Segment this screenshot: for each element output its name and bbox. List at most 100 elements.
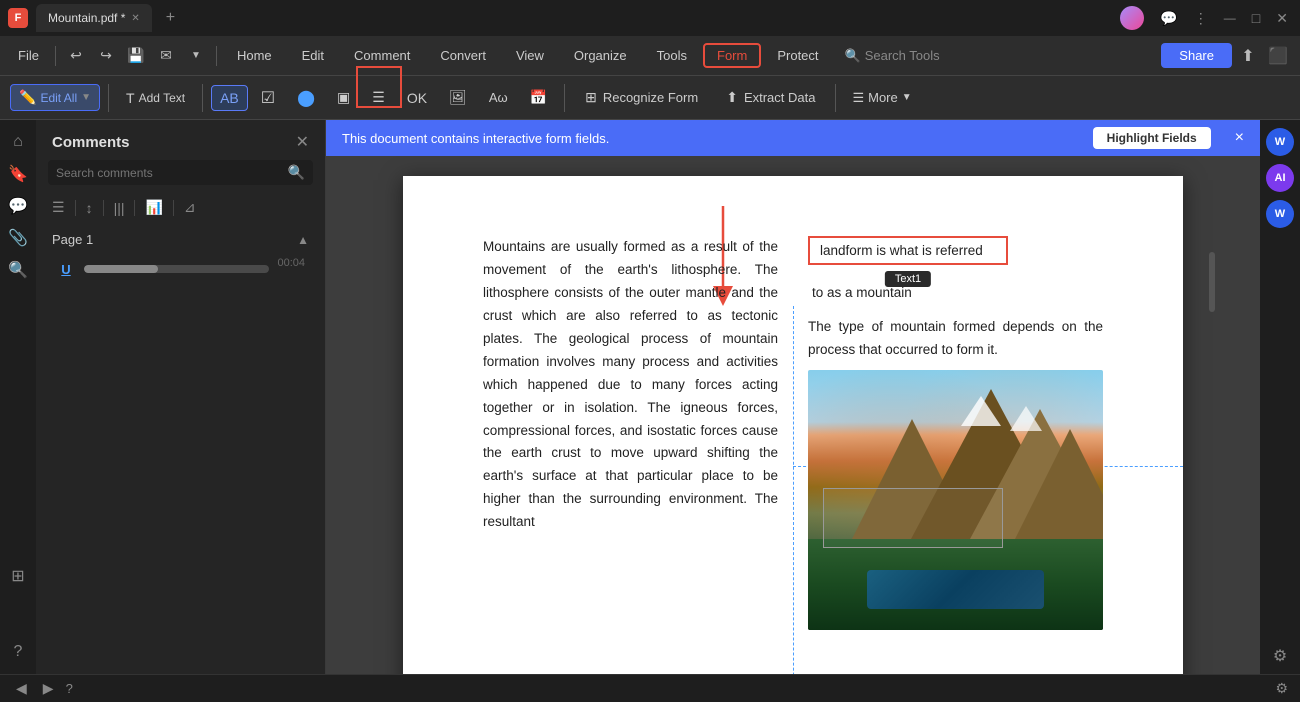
prev-page-icon[interactable]: ◀ xyxy=(12,680,31,697)
sidebar-attachments-icon[interactable]: 📎 xyxy=(4,224,32,252)
upload-icon[interactable]: ⬆ xyxy=(1234,42,1262,70)
toolbar-sep1 xyxy=(108,84,109,112)
date-button[interactable]: 📅 xyxy=(521,84,556,111)
collapse-panel-icon[interactable]: ⚙ xyxy=(1273,646,1287,666)
sidebar-help-icon[interactable]: ? xyxy=(4,638,32,666)
layout-icon[interactable]: ⬛ xyxy=(1264,42,1292,70)
menu-tabs: Home Edit Comment Convert View Organize … xyxy=(223,43,833,68)
comment-timestamp: 00:04 xyxy=(277,257,305,269)
save-button[interactable]: 💾 xyxy=(122,42,150,70)
next-page-icon[interactable]: ▶ xyxy=(39,680,58,697)
edit-all-button[interactable]: ✏️ Edit All ▼ xyxy=(10,84,100,111)
comments-search-input[interactable] xyxy=(56,166,282,180)
tab-form[interactable]: Form xyxy=(703,43,761,68)
ai-panel-button[interactable]: AI xyxy=(1266,164,1294,192)
sidebar-home-icon[interactable]: ⌂ xyxy=(4,128,32,156)
maximize-icon[interactable]: □ xyxy=(1248,10,1264,26)
chat-icon[interactable]: 💬 xyxy=(1156,10,1181,27)
pdf-content[interactable]: Mountains are usually formed as a result… xyxy=(326,156,1260,674)
page-chevron-icon: ▲ xyxy=(297,233,309,247)
sidebar-search-icon[interactable]: 🔍 xyxy=(4,256,32,284)
redo-button[interactable]: ↪ xyxy=(92,42,120,70)
comments-search-bar[interactable]: 🔍 xyxy=(48,160,313,185)
tab-title: Mountain.pdf * xyxy=(48,11,125,25)
image-icon: 🖼 xyxy=(449,89,467,106)
notice-close-button[interactable]: × xyxy=(1235,129,1244,147)
date-icon: 📅 xyxy=(530,89,547,106)
more-menu-button[interactable]: ▼ xyxy=(182,42,210,70)
filter-icon[interactable]: ⊿ xyxy=(180,197,200,218)
notice-text: This document contains interactive form … xyxy=(342,131,609,146)
add-text-button[interactable]: T Add Text xyxy=(117,85,194,111)
sort-bar-icon[interactable]: ||| xyxy=(110,198,129,218)
user-avatar[interactable] xyxy=(1120,6,1144,30)
search-icon: 🔍 xyxy=(288,164,305,181)
mountain-peak-4 xyxy=(1015,429,1104,539)
listbox-icon: ▣ xyxy=(337,89,350,106)
sidebar-comments-icon[interactable]: 💬 xyxy=(4,192,32,220)
comment-progress-fill xyxy=(84,265,158,273)
mountain-image-container xyxy=(808,370,1103,630)
more-chevron-icon: ▼ xyxy=(902,92,912,103)
comments-title: Comments xyxy=(52,134,130,151)
page-label[interactable]: Page 1 ▲ xyxy=(52,228,309,251)
menubar-divider xyxy=(55,46,56,66)
file-menu[interactable]: File xyxy=(8,44,49,67)
tab-view[interactable]: View xyxy=(502,43,558,68)
more-options-icon[interactable]: ⋮ xyxy=(1190,10,1212,27)
minimize-icon[interactable]: — xyxy=(1220,11,1240,25)
radio-button[interactable]: ⬤ xyxy=(288,83,324,113)
tab-convert[interactable]: Convert xyxy=(426,43,500,68)
new-tab-button[interactable]: + xyxy=(160,9,181,27)
image-selection-box[interactable] xyxy=(823,488,1003,548)
dropdown-button[interactable]: ☰ xyxy=(363,84,394,111)
tab-home[interactable]: Home xyxy=(223,43,286,68)
formula-button[interactable]: Aω xyxy=(480,85,517,110)
tab-edit[interactable]: Edit xyxy=(288,43,338,68)
tab-tools[interactable]: Tools xyxy=(643,43,701,68)
comments-close-button[interactable]: ✕ xyxy=(296,132,309,152)
recognize-form-button[interactable]: ⊞ Recognize Form xyxy=(573,84,710,111)
search-tools-button[interactable]: 🔍 Search Tools xyxy=(835,44,950,68)
sort-date-icon[interactable]: ↕ xyxy=(82,198,97,218)
textfield-button[interactable]: AB xyxy=(211,85,248,111)
tab-protect[interactable]: Protect xyxy=(763,43,832,68)
email-button[interactable]: ✉ xyxy=(152,42,180,70)
undo-button[interactable]: ↩ xyxy=(62,42,90,70)
image-button[interactable]: 🖼 xyxy=(440,84,476,111)
comment-type-icon: U xyxy=(56,259,76,279)
right-panel: W AI W ⚙ xyxy=(1260,120,1300,674)
extract-data-button[interactable]: ⬆ Extract Data xyxy=(714,84,827,111)
comment-progress-bar xyxy=(84,265,269,273)
word-panel-button[interactable]: W xyxy=(1266,128,1294,156)
share-button[interactable]: Share xyxy=(1161,43,1232,68)
checkbox-icon: ☑ xyxy=(261,88,275,108)
pdf-page: Mountains are usually formed as a result… xyxy=(403,176,1183,674)
formula-icon: Aω xyxy=(489,90,508,105)
tab-comment[interactable]: Comment xyxy=(340,43,424,68)
word2-panel-button[interactable]: W xyxy=(1266,200,1294,228)
scrollbar[interactable] xyxy=(1208,192,1216,674)
document-tab[interactable]: Mountain.pdf * ✕ xyxy=(36,4,152,32)
pdf-area: This document contains interactive form … xyxy=(326,120,1260,674)
listbox-button[interactable]: ▣ xyxy=(328,84,359,111)
checkbox-button[interactable]: ☑ xyxy=(252,83,284,113)
right-text-after-field: to as a mountain xyxy=(812,285,912,300)
toolbar-sep2 xyxy=(202,84,203,112)
tab-organize[interactable]: Organize xyxy=(560,43,641,68)
tab-close-icon[interactable]: ✕ xyxy=(131,13,139,24)
sort-list-icon[interactable]: ☰ xyxy=(48,197,69,218)
help-button[interactable]: ? xyxy=(66,681,73,696)
signature-button[interactable]: OK xyxy=(398,85,436,111)
text-form-field[interactable]: landform is what is referred xyxy=(808,236,1008,265)
highlight-fields-button[interactable]: Highlight Fields xyxy=(1093,127,1211,149)
sidebar-bookmark-icon[interactable]: 🔖 xyxy=(4,160,32,188)
sidebar-layers-icon[interactable]: ⊞ xyxy=(4,562,32,590)
water-strip xyxy=(867,570,1044,609)
sort-chart-icon[interactable]: 📊 xyxy=(141,197,166,218)
close-window-icon[interactable]: ✕ xyxy=(1272,10,1292,27)
more-button[interactable]: ☰ More ▼ xyxy=(844,86,919,110)
scrollbar-thumb[interactable] xyxy=(1209,252,1215,312)
settings-icon[interactable]: ⚙ xyxy=(1275,680,1288,697)
toolbar-sep4 xyxy=(835,84,836,112)
